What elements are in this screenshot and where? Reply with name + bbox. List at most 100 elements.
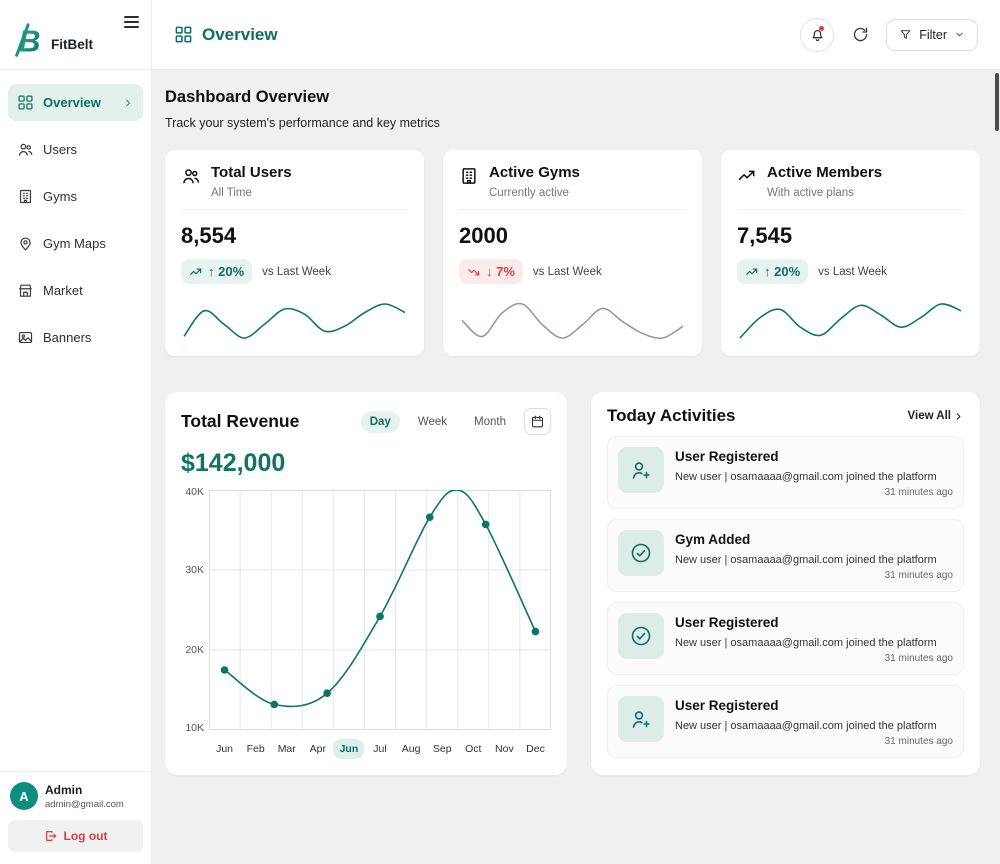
x-tick: Jul — [373, 743, 387, 755]
users-icon — [18, 143, 33, 156]
map-pin-icon — [20, 237, 31, 251]
activity-description: New user | osamaaaa@gmail.com joined the… — [675, 720, 937, 732]
profile-email: admin@gmail.com — [45, 798, 124, 810]
stat-meta: ↑ 20% vs Last Week — [737, 259, 964, 284]
trend-up-icon — [746, 268, 758, 275]
sidebar-item-label: Gym Maps — [43, 236, 106, 251]
chevron-right-icon — [126, 99, 130, 106]
sidebar-item-market[interactable]: Market — [8, 272, 143, 309]
topbar: Overview Filter — [152, 0, 1000, 70]
activity-body: User Registered New user | osamaaaa@gmai… — [675, 696, 953, 747]
x-tick: Feb — [246, 743, 265, 755]
activity-time: 31 minutes ago — [884, 653, 953, 664]
store-icon — [19, 284, 32, 297]
active-gyms-sparkline — [461, 302, 684, 340]
hamburger-menu-icon[interactable] — [124, 16, 139, 28]
stat-cards-row: Total Users All Time 8,554 ↑ 20% vs Last… — [165, 150, 980, 356]
activity-time: 31 minutes ago — [884, 487, 953, 498]
sidebar-item-overview[interactable]: Overview — [8, 84, 143, 121]
notifications-button[interactable] — [800, 17, 835, 52]
stat-card-total-users: Total Users All Time 8,554 ↑ 20% vs Last… — [165, 150, 424, 356]
toggle-month[interactable]: Month — [465, 411, 515, 433]
toggle-day[interactable]: Day — [360, 410, 400, 433]
page-head: Dashboard Overview Track your system's p… — [165, 88, 980, 130]
x-tick: Sep — [432, 743, 452, 755]
calendar-icon — [531, 415, 544, 428]
stat-card-active-gyms: Active Gyms Currently active 2000 ↓ 7% v… — [443, 150, 702, 356]
x-tick: Dec — [526, 743, 545, 755]
calendar-button[interactable] — [524, 408, 551, 435]
sidebar-nav: Overview Users Gyms Gym Maps Market Bann… — [0, 70, 151, 370]
activity-item[interactable]: User Registered New user | osamaaaa@gmai… — [607, 436, 964, 509]
grid-icon — [18, 95, 33, 110]
total-users-sparkline — [183, 303, 406, 339]
activity-icon-box — [618, 447, 664, 493]
x-axis-labels: Jun Feb Mar Apr Jun Jul Aug Sep Oct Nov … — [209, 739, 551, 759]
x-tick-highlighted: Jun — [333, 739, 365, 759]
change-badge: ↑ 20% — [181, 259, 253, 284]
activity-title: User Registered — [675, 449, 779, 464]
user-plus-icon — [632, 462, 650, 479]
stat-meta: ↑ 20% vs Last Week — [181, 259, 408, 284]
sidebar-item-banners[interactable]: Banners — [8, 319, 143, 356]
sidebar-item-users[interactable]: Users — [8, 131, 143, 168]
activity-item[interactable]: Gym Added New user | osamaaaa@gmail.com … — [607, 519, 964, 592]
sidebar-footer: A Admin admin@gmail.com Log out — [0, 771, 151, 864]
activity-item[interactable]: User Registered New user | osamaaaa@gmai… — [607, 685, 964, 758]
x-tick: Jun — [216, 743, 234, 755]
logout-icon — [45, 831, 56, 841]
fitbelt-logo-icon: B — [15, 23, 41, 58]
change-badge: ↓ 7% — [459, 259, 523, 284]
view-all-button[interactable]: View All — [908, 410, 964, 422]
logout-label: Log out — [63, 829, 108, 843]
funnel-icon — [900, 30, 911, 39]
sidebar: B FitBelt Overview Users Gyms Gym Maps M… — [0, 0, 152, 864]
activity-body: User Registered New user | osamaaaa@gmai… — [675, 447, 953, 498]
sidebar-item-label: Overview — [43, 95, 101, 110]
stat-card-header: Active Gyms Currently active — [459, 164, 686, 210]
revenue-title: Total Revenue — [181, 411, 300, 431]
page-header-title: Overview — [174, 25, 278, 45]
activity-icon-box — [618, 696, 664, 742]
x-tick: Apr — [309, 743, 326, 755]
activity-body: User Registered New user | osamaaaa@gmai… — [675, 613, 953, 664]
activities-header: Today Activities View All — [607, 406, 964, 426]
page-subtitle: Track your system's performance and key … — [165, 116, 440, 130]
stat-card-header: Total Users All Time — [181, 164, 408, 210]
stat-card-active-members: Active Members With active plans 7,545 ↑… — [721, 150, 980, 356]
stat-title: Active Members — [767, 164, 883, 181]
building-icon — [19, 189, 32, 204]
refresh-button[interactable] — [848, 23, 872, 47]
sidebar-item-label: Gyms — [43, 189, 77, 204]
x-tick: Mar — [277, 743, 296, 755]
activity-description: New user | osamaaaa@gmail.com joined the… — [675, 637, 937, 649]
today-activities-card: Today Activities View All User Registere… — [591, 392, 980, 775]
activity-title: User Registered — [675, 615, 779, 630]
x-tick: Aug — [401, 743, 421, 755]
avatar: A — [10, 782, 38, 810]
filter-button[interactable]: Filter — [886, 18, 978, 51]
activity-time: 31 minutes ago — [884, 736, 953, 747]
toggle-week[interactable]: Week — [409, 411, 456, 433]
scrollbar-thumb[interactable] — [995, 73, 999, 131]
trend-up-icon — [190, 268, 202, 275]
revenue-value: $142,000 — [181, 449, 286, 477]
topbar-title-text: Overview — [202, 24, 278, 44]
sidebar-item-label: Banners — [43, 330, 92, 345]
stat-meta: ↓ 7% vs Last Week — [459, 259, 686, 284]
stat-value: 2000 — [459, 223, 508, 248]
main: Overview Filter Dashboard Overview Track… — [152, 0, 1000, 864]
profile: A Admin admin@gmail.com — [8, 782, 143, 810]
stat-subtitle: Currently active — [489, 187, 569, 199]
app-root: B FitBelt Overview Users Gyms Gym Maps M… — [0, 0, 1000, 864]
app-name: FitBelt — [51, 37, 93, 52]
building-icon — [462, 168, 476, 184]
logout-button[interactable]: Log out — [8, 820, 143, 852]
x-tick: Nov — [495, 743, 514, 755]
sidebar-item-gyms[interactable]: Gyms — [8, 178, 143, 215]
activity-item[interactable]: User Registered New user | osamaaaa@gmai… — [607, 602, 964, 675]
sidebar-item-gym-maps[interactable]: Gym Maps — [8, 225, 143, 262]
check-circle-icon — [631, 626, 651, 646]
activity-description: New user | osamaaaa@gmail.com joined the… — [675, 471, 937, 483]
compare-label: vs Last Week — [262, 265, 331, 278]
